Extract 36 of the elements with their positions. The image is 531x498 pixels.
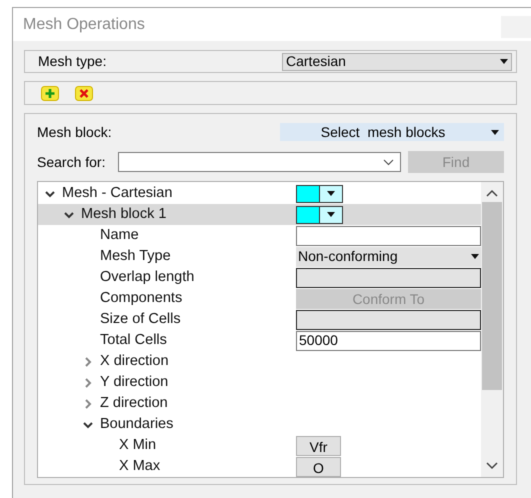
color-picker[interactable] [296, 206, 343, 224]
tree-item-label[interactable]: Mesh Type [100, 246, 171, 268]
boundary-button[interactable]: Vfr [296, 436, 341, 456]
window-title: Mesh Operations [23, 14, 145, 34]
caret-icon [327, 212, 335, 217]
color-swatch [297, 206, 320, 222]
tree-item-label[interactable]: Mesh - Cartesian [62, 182, 172, 204]
caret-icon [327, 191, 335, 196]
mesh-type-dropdown[interactable]: Cartesian [282, 52, 512, 70]
value-field[interactable] [296, 226, 481, 246]
tree-item-label[interactable]: X direction [100, 350, 169, 372]
tree-item-label[interactable]: Name [100, 224, 139, 246]
delete-icon[interactable] [75, 86, 93, 100]
mesh-block-dropdown[interactable]: Select mesh blocks [280, 123, 504, 141]
value-field[interactable]: 50000 [296, 330, 481, 350]
color-picker[interactable] [296, 184, 343, 202]
tree-item-label[interactable]: Boundaries [100, 414, 174, 436]
search-field[interactable] [118, 152, 401, 172]
search-label: Search for: [37, 152, 106, 172]
mesh-type-label: Mesh type: [38, 52, 108, 71]
tree-item-label[interactable]: X Min [119, 434, 156, 456]
mesh-type-dropdown[interactable]: Non-conforming [296, 246, 481, 266]
tree-item-label[interactable]: X Max [119, 456, 160, 477]
boundary-button[interactable]: O [296, 456, 341, 476]
caret-icon [491, 130, 499, 134]
color-swatch [297, 186, 320, 202]
tree-item-label[interactable]: Z direction [100, 392, 168, 414]
add-icon[interactable] [41, 86, 59, 100]
tree-item-label[interactable]: Total Cells [100, 330, 167, 352]
chevron-down-icon [383, 158, 394, 166]
scrollbar[interactable] [481, 182, 503, 477]
tree-item-label[interactable]: Y direction [100, 372, 168, 394]
mesh-block-label: Mesh block: [37, 122, 113, 142]
scrollbar-thumb[interactable] [482, 202, 502, 390]
caret-icon [500, 59, 508, 64]
caret-icon [471, 254, 479, 259]
